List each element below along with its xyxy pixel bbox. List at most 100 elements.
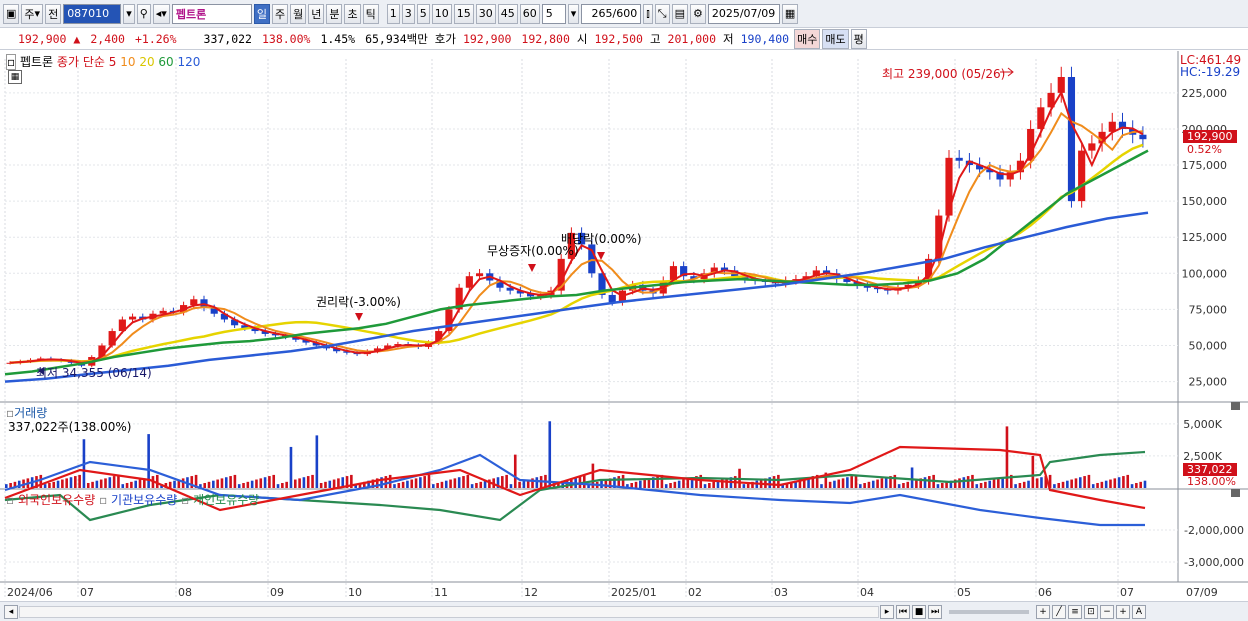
zoom-in-icon[interactable]: + — [1116, 604, 1130, 619]
chart-area[interactable]: 2024/06 07 08 09 10 11 12 2025/01 02 03 04 05 06 07 07… — [0, 51, 1248, 601]
first-page-icon[interactable]: ⏮ — [896, 604, 910, 619]
text-tool-icon[interactable]: A — [1132, 604, 1146, 619]
period-week-button[interactable]: 주 — [271, 3, 289, 24]
volume-bar — [155, 474, 159, 488]
save-icon[interactable]: ▤ — [671, 3, 688, 24]
line-tool-icon[interactable]: ╱ — [1052, 604, 1066, 619]
stock-chart-svg[interactable]: 2024/06 07 08 09 10 11 12 2025/01 02 03 04 05 06 07 07… — [0, 51, 1248, 601]
date-input[interactable]: 2025/07/09 — [707, 3, 780, 24]
period-minute-button[interactable]: 분 — [326, 3, 343, 24]
volume-bar — [298, 478, 301, 488]
volume-bar — [406, 480, 409, 488]
x-tick-label: 04 — [860, 586, 874, 599]
volume-bar — [121, 484, 125, 488]
volume-bar — [902, 482, 905, 488]
candle-type-icon[interactable]: ⫾ — [643, 3, 653, 24]
volume-bar — [61, 479, 64, 488]
stop-icon[interactable]: ■ — [912, 604, 926, 619]
volume-bar — [427, 474, 431, 488]
interval-60-button[interactable]: 60 — [519, 3, 540, 24]
window-icon[interactable]: ▣ — [3, 3, 20, 24]
price-tick-label: 75,000 — [1189, 303, 1228, 316]
lock-icon[interactable]: ⊡ — [1084, 604, 1098, 619]
legend-foreign: 외국인보유수량 — [17, 493, 96, 507]
volume-bar — [255, 479, 258, 488]
interval-15-button[interactable]: 15 — [453, 3, 474, 24]
last-page-icon[interactable]: ⏭ — [928, 604, 942, 619]
up-arrow-icon: ▲ — [73, 31, 81, 46]
crosshair-icon[interactable]: + — [1036, 604, 1050, 619]
interval-30-button[interactable]: 30 — [475, 3, 496, 24]
mode-button[interactable]: 전 — [45, 3, 62, 24]
interval-45-button[interactable]: 45 — [497, 3, 518, 24]
volume-bar — [108, 477, 112, 488]
period-tick-button[interactable]: 틱 — [362, 3, 379, 24]
interval-1-button[interactable]: 1 — [386, 3, 400, 24]
gear-icon[interactable]: ⚙ — [689, 3, 706, 24]
draw-tool-icon[interactable]: ⤡ — [654, 3, 670, 24]
period-second-button[interactable]: 초 — [344, 3, 361, 24]
volume-bar — [432, 484, 435, 488]
volume-bar — [1091, 484, 1095, 488]
calc-icon[interactable]: ▦ — [8, 70, 22, 84]
volume-bar — [699, 474, 703, 488]
current-pct-tag: 0.52% — [1187, 143, 1222, 156]
price-tick-label: 50,000 — [1189, 339, 1228, 352]
legend-ma120: 120 — [177, 55, 201, 69]
candle-body — [1088, 143, 1096, 151]
volume-bar — [742, 484, 746, 488]
interval-3-button[interactable]: 3 — [401, 3, 415, 24]
code-dropdown-icon[interactable]: ▾ — [123, 3, 135, 24]
interval-input[interactable]: 5 — [541, 3, 566, 24]
candle-body — [1057, 76, 1065, 93]
volume-bar — [966, 476, 970, 488]
legend-box-icon: ▫ — [181, 493, 190, 507]
scroll-right-icon[interactable]: ▸ — [880, 604, 894, 619]
stock-code-input[interactable]: 087010 — [63, 3, 122, 24]
menu-dropdown[interactable]: 주 ▾ — [21, 3, 44, 24]
volume-bar — [936, 484, 940, 488]
period-month-button[interactable]: 월 — [290, 3, 307, 24]
volume-bar — [52, 481, 56, 488]
interval-10-button[interactable]: 10 — [431, 3, 452, 24]
legend-institution: 기관보유수량 — [111, 493, 178, 507]
volume-bar — [863, 482, 866, 488]
stock-name-field[interactable]: 펩트론 — [171, 3, 252, 24]
horizontal-scrollbar[interactable] — [19, 605, 879, 618]
period-day-button[interactable]: 일 — [253, 3, 270, 24]
count-input[interactable]: 265/600 — [581, 3, 642, 24]
volume-bar — [1096, 482, 1099, 488]
x-tick-label: 10 — [348, 586, 362, 599]
holding-tick-label: -3,000,000 — [1184, 556, 1244, 569]
sell-button[interactable]: 매도 — [822, 28, 849, 49]
interval-dropdown-icon[interactable]: ▾ — [567, 3, 580, 24]
calendar-icon[interactable]: ▦ — [781, 3, 799, 24]
zoom-slider[interactable] — [949, 609, 1029, 614]
volume-bar — [285, 481, 288, 488]
rights-event-label: 권리락(-3.00%) — [316, 295, 401, 309]
bid-price: 192,800 — [521, 31, 570, 46]
buy-button[interactable]: 매수 — [794, 28, 821, 49]
x-tick-label: 2025/01 — [611, 586, 657, 599]
volume-bar — [104, 478, 107, 488]
fib-tool-icon[interactable]: ≡ — [1068, 604, 1082, 619]
legend-stock-name: 펩트론 — [19, 55, 54, 69]
low-annotation: 최저 34,355 (06/14) — [36, 366, 152, 380]
zoom-out-icon[interactable]: − — [1100, 604, 1114, 619]
volume-bar — [975, 484, 979, 488]
volume-bar — [65, 478, 68, 488]
volume-current-pct: 138.00% — [1187, 475, 1236, 488]
eval-button[interactable]: 평 — [850, 28, 867, 49]
search-icon[interactable]: ⚲ — [136, 3, 151, 24]
volume-bar — [871, 480, 875, 488]
volume-bar — [112, 476, 116, 488]
volume-bar — [212, 480, 215, 488]
interval-5-button[interactable]: 5 — [416, 3, 430, 24]
volume-bar — [293, 479, 297, 488]
period-year-button[interactable]: 년 — [308, 3, 325, 24]
volume-bar — [414, 478, 418, 488]
speaker-icon[interactable]: ◂▾ — [152, 3, 170, 24]
x-end-label: 07/09 — [1186, 586, 1218, 599]
scroll-left-icon[interactable]: ◂ — [4, 604, 18, 619]
volume-bar — [535, 477, 539, 488]
